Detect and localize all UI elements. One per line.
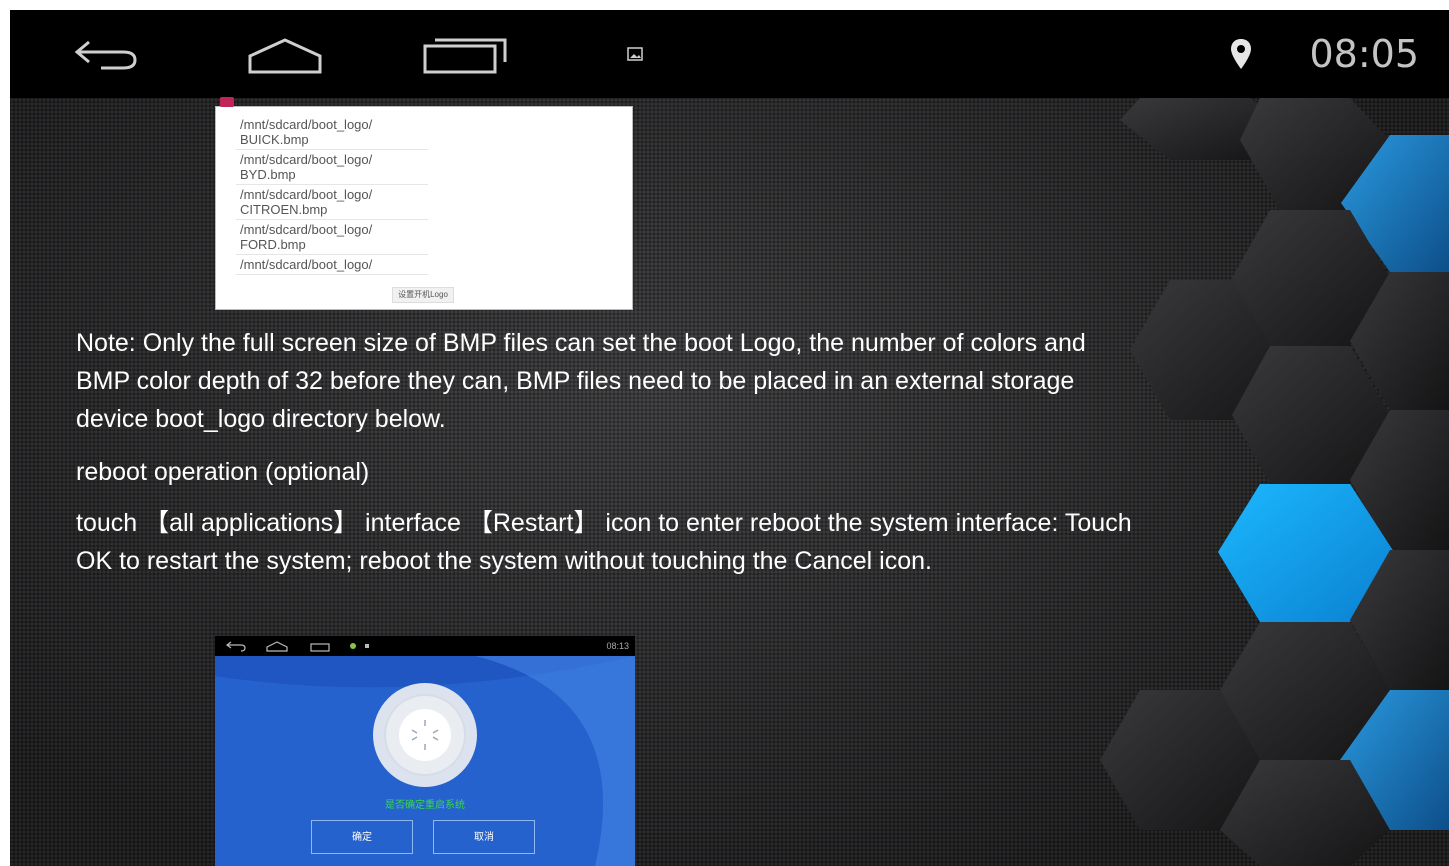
- home-button[interactable]: [240, 10, 330, 98]
- file-list-item: /mnt/sdcard/boot_logo/ FORD.bmp: [236, 220, 428, 255]
- file-list-item: /mnt/sdcard/boot_logo/: [236, 255, 428, 275]
- recents-button[interactable]: [415, 10, 515, 98]
- restart-prompt: 是否确定重启系统: [385, 800, 465, 811]
- location-indicator: [1226, 10, 1256, 98]
- back-button[interactable]: [66, 10, 146, 98]
- mini-clock: 08:13: [606, 641, 629, 651]
- recents-icon: [423, 38, 507, 74]
- image-notification-icon: [627, 47, 643, 61]
- file-list-screenshot: /mnt/sdcard/boot_logo/ BUICK.bmp /mnt/sd…: [216, 97, 632, 309]
- notification-image[interactable]: [620, 10, 650, 98]
- manual-content: /mnt/sdcard/boot_logo/ BUICK.bmp /mnt/sd…: [10, 97, 1449, 866]
- file-list-item: /mnt/sdcard/boot_logo/ BUICK.bmp: [236, 115, 428, 150]
- reboot-instructions: touch 【all applications】 interface 【Rest…: [76, 509, 1132, 575]
- note-paragraph: Note: Only the full screen size of BMP f…: [76, 329, 1086, 433]
- set-boot-logo-button: 设置开机Logo: [392, 287, 454, 303]
- home-icon: [248, 38, 322, 74]
- restart-cancel-button: 取消: [433, 820, 535, 854]
- status-bar: 08:05: [10, 10, 1449, 98]
- app-icon: [220, 97, 234, 107]
- file-list-item: /mnt/sdcard/boot_logo/ BYD.bmp: [236, 150, 428, 185]
- file-list-item: /mnt/sdcard/boot_logo/ CITROEN.bmp: [236, 185, 428, 220]
- mini-nav-icons: [226, 641, 369, 652]
- restart-icon: [373, 683, 477, 787]
- restart-screenshot: 08:13 是否确定重启系统 确定 取消: [215, 636, 635, 866]
- back-icon: [74, 40, 137, 70]
- mini-status-bar: 08:13: [215, 636, 635, 656]
- location-pin-icon: [1231, 39, 1251, 69]
- clock: 08:05: [1309, 32, 1419, 76]
- restart-ok-button: 确定: [311, 820, 413, 854]
- device-screen: 08:05 /mnt/sdcard/boot_logo/ BUICK.bmp /…: [10, 10, 1449, 866]
- reboot-heading: reboot operation (optional): [76, 458, 370, 486]
